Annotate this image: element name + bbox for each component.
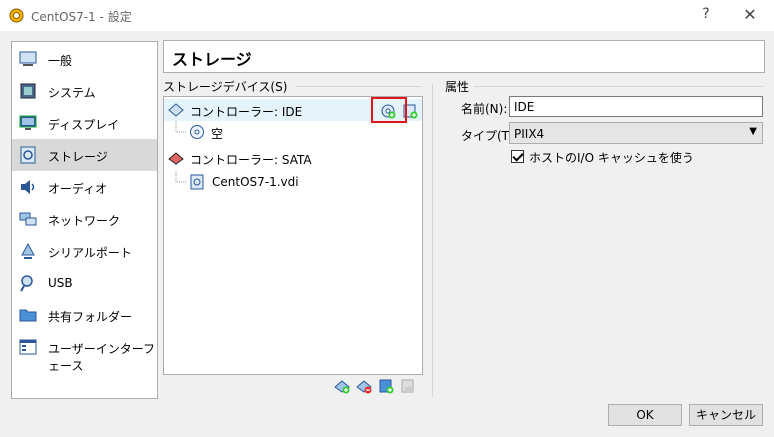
usb-icon (20, 275, 33, 292)
name-field-label: 名前(N): (461, 102, 508, 116)
remove-controller-icon[interactable] (356, 378, 372, 394)
storage-tree[interactable]: コントローラー: IDE 空 コントローラー: SATA CentOS7-1.v… (163, 96, 423, 375)
sidebar-item-label: 一般 (48, 54, 73, 68)
help-button[interactable]: ? (696, 6, 716, 22)
io-cache-label[interactable]: ホストのI/O キャッシュを使う (529, 149, 694, 166)
tree-item-label: コントローラー: SATA (190, 153, 312, 167)
cancel-button[interactable]: キャンセル (689, 404, 763, 426)
sidebar-item-display[interactable]: ディスプレイ (12, 107, 157, 139)
controller-icon (168, 103, 184, 117)
name-field-value: IDE (514, 100, 535, 114)
optical-disc-icon (190, 125, 204, 139)
shared-folder-icon (19, 309, 37, 322)
audio-icon (21, 180, 35, 194)
name-field[interactable]: IDE (509, 96, 763, 117)
add-attachment-icon[interactable] (378, 378, 394, 394)
sidebar-item-label: 共有フォルダー (48, 310, 133, 324)
sidebar-item-label: ストレージ (48, 150, 108, 164)
tree-item-vdi-disk[interactable]: CentOS7-1.vdi (164, 171, 422, 193)
remove-attachment-icon (401, 379, 414, 393)
general-icon (19, 51, 37, 66)
add-controller-icon[interactable] (334, 378, 350, 394)
sidebar-item-general[interactable]: 一般 (12, 43, 157, 75)
page-title: ストレージ (172, 50, 252, 69)
sidebar-item-storage[interactable]: ストレージ (12, 139, 157, 171)
tree-item-label: 空 (211, 127, 224, 141)
display-icon (19, 115, 37, 130)
sidebar-item-user-interface[interactable]: ユーザーインターフェース (12, 331, 157, 373)
settings-sidebar: 一般 システム ディスプレイ ストレージ オーディオ ネットワーク シリアルポー… (11, 41, 158, 399)
attributes-label: 属性 (445, 80, 470, 94)
sidebar-item-system[interactable]: システム (12, 75, 157, 107)
sidebar-item-label: シリアルポート (48, 246, 132, 260)
tree-connector (175, 171, 186, 183)
panel-divider (432, 84, 433, 397)
ok-button[interactable]: OK (608, 404, 682, 426)
type-select-value: PIIX4 (514, 127, 545, 141)
virtualbox-icon (9, 8, 24, 23)
tree-item-label: コントローラー: IDE (190, 105, 303, 119)
page-header: ストレージ (163, 40, 765, 73)
sidebar-item-label: システム (48, 86, 96, 100)
tree-connector (175, 121, 186, 133)
tree-item-sata-controller[interactable]: コントローラー: SATA (164, 147, 422, 169)
storage-group-divider (296, 86, 421, 87)
highlight-box (371, 97, 407, 123)
storage-devices-label: ストレージデバイス(S) (163, 80, 288, 94)
tree-item-empty-optical[interactable]: 空 (164, 121, 422, 143)
attributes-group-divider (474, 86, 763, 87)
sidebar-item-shared-folder[interactable]: 共有フォルダー (12, 299, 157, 331)
chevron-down-icon: ▼ (749, 126, 757, 137)
tree-item-label: CentOS7-1.vdi (212, 175, 299, 189)
sata-controller-icon (168, 152, 184, 165)
title-bar: CentOS7-1 - 設定 ? ✕ (0, 0, 774, 31)
sidebar-item-audio[interactable]: オーディオ (12, 171, 157, 203)
serial-port-icon (21, 242, 35, 259)
sidebar-item-serial-port[interactable]: シリアルポート (12, 235, 157, 267)
io-cache-checkbox[interactable] (511, 150, 524, 163)
hard-disk-icon (190, 174, 204, 190)
sidebar-item-label: ネットワーク (48, 214, 121, 228)
user-interface-icon (19, 339, 37, 355)
window-title: CentOS7-1 - 設定 (31, 10, 132, 24)
sidebar-item-network[interactable]: ネットワーク (12, 203, 157, 235)
sidebar-item-usb[interactable]: USB (12, 267, 157, 299)
sidebar-item-label: オーディオ (48, 182, 108, 196)
network-icon (19, 212, 37, 226)
storage-icon (20, 146, 36, 164)
close-button[interactable]: ✕ (738, 5, 762, 24)
sidebar-item-label: ユーザーインターフェース (48, 342, 156, 373)
sidebar-item-label: USB (48, 276, 73, 290)
system-icon (20, 83, 36, 99)
type-select[interactable]: PIIX4 ▼ (509, 122, 763, 144)
sidebar-item-label: ディスプレイ (48, 118, 120, 132)
